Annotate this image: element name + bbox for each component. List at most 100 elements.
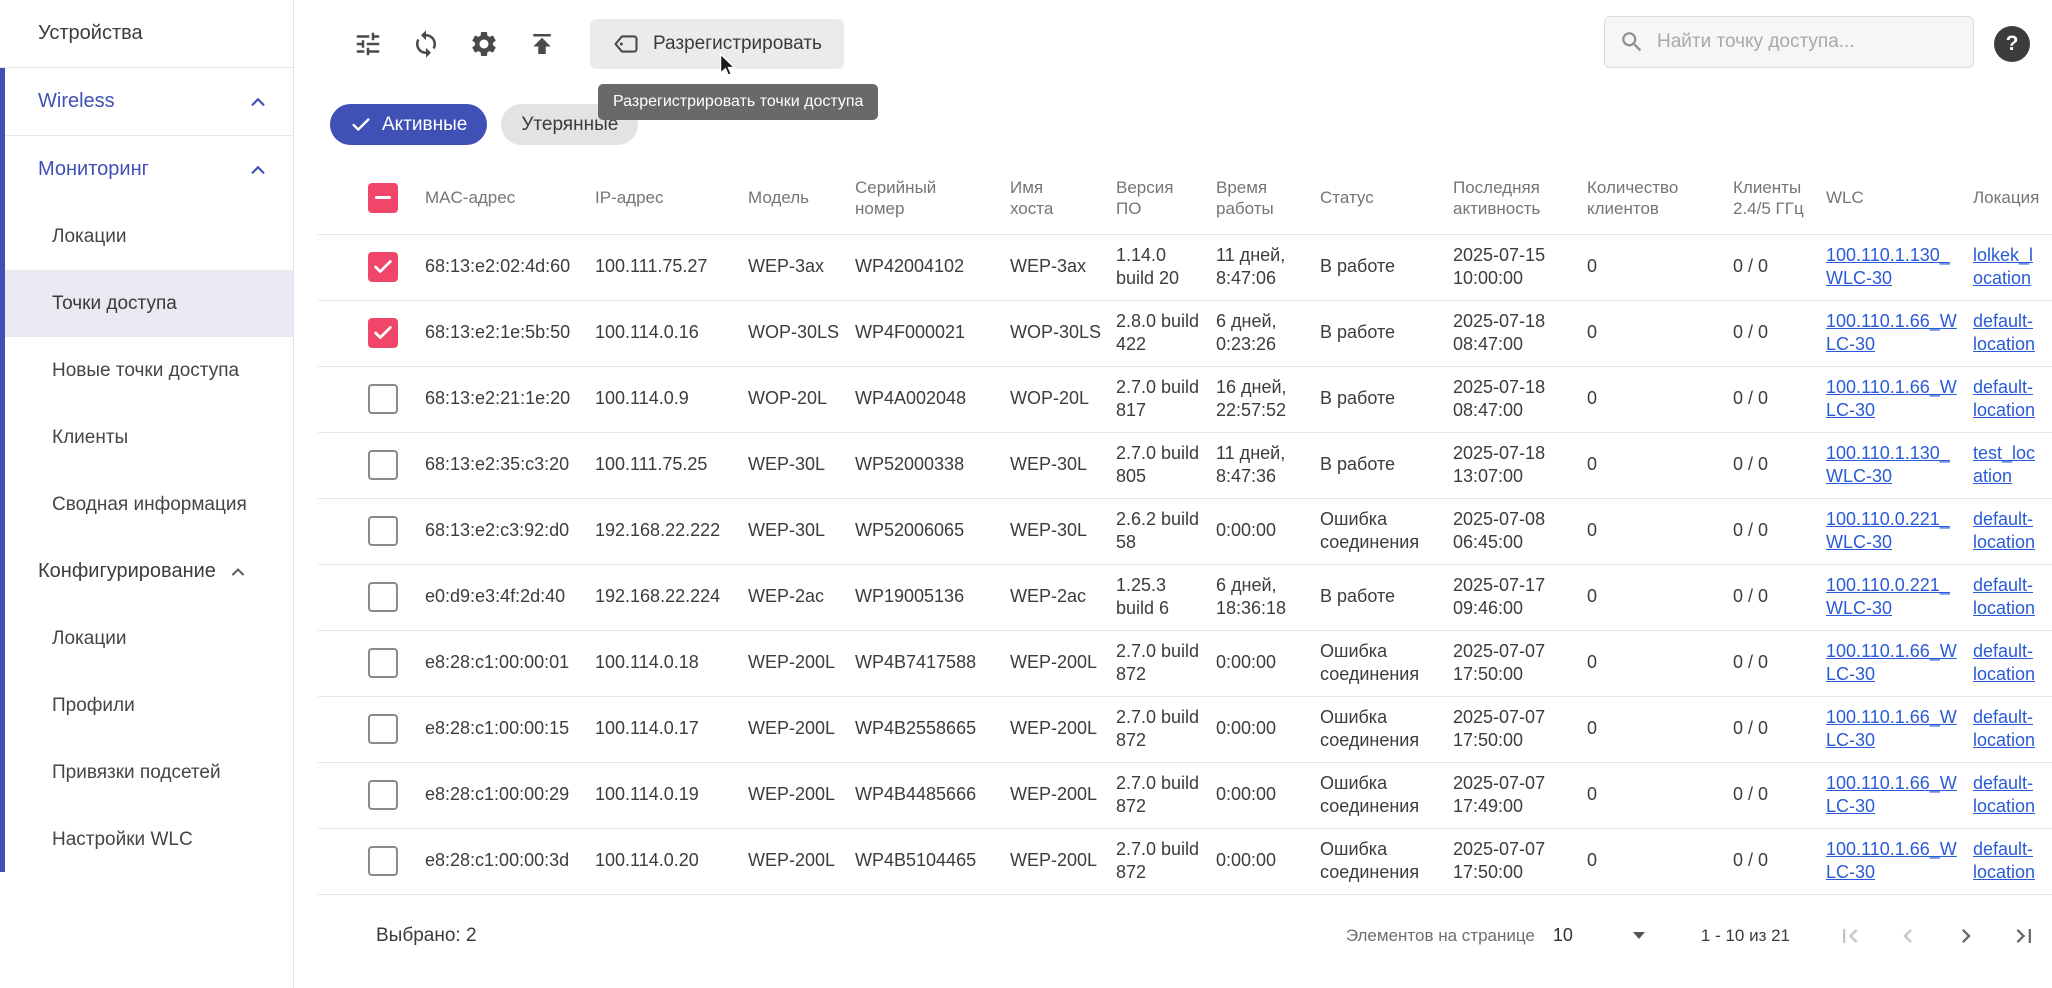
- wlc-link[interactable]: 100.110.1.130_WLC-30: [1826, 245, 1950, 288]
- chevron-up-icon: [245, 157, 271, 183]
- wlc-link[interactable]: 100.110.1.130_WLC-30: [1826, 443, 1950, 486]
- chevron-up-icon: [245, 89, 271, 115]
- table-row: 68:13:e2:35:c3:20 100.111.75.25 WEP-30L …: [318, 432, 2052, 498]
- row-checkbox[interactable]: [368, 252, 398, 282]
- sidebar-item-access-points[interactable]: Точки доступа: [0, 270, 293, 337]
- active-section-indicator: [0, 68, 5, 872]
- wlc-link[interactable]: 100.110.1.66_WLC-30: [1826, 707, 1957, 750]
- wlc-link[interactable]: 100.110.1.66_WLC-30: [1826, 641, 1957, 684]
- cell-last-activity: 2025-07-18 08:47:00: [1453, 366, 1587, 432]
- access-points-table: MAC-адрес IP-адрес Модель Серийный номер…: [318, 162, 2052, 977]
- sidebar-item-wireless[interactable]: Wireless: [0, 68, 293, 135]
- cell-serial: WP4B4485666: [855, 762, 1010, 828]
- first-page-button[interactable]: [1834, 920, 1866, 952]
- cell-mac: 68:13:e2:1e:5b:50: [425, 300, 595, 366]
- table-footer: Выбрано: 2 Элементов на странице 10 1 - …: [318, 895, 2052, 977]
- refresh-button[interactable]: [404, 22, 448, 66]
- cell-status: Ошибка соединения: [1320, 828, 1453, 894]
- sidebar-item-label: Локации: [52, 628, 126, 650]
- location-link[interactable]: test_location: [1973, 443, 2035, 486]
- pager: [1834, 920, 2040, 952]
- sidebar-item-devices[interactable]: Устройства: [0, 0, 293, 67]
- cell-last-activity: 2025-07-15 10:00:00: [1453, 234, 1587, 300]
- wlc-link[interactable]: 100.110.1.66_WLC-30: [1826, 377, 1957, 420]
- location-link[interactable]: default-location: [1973, 377, 2035, 420]
- sidebar-item-wlc-settings[interactable]: Настройки WLC: [0, 806, 293, 873]
- next-page-button[interactable]: [1950, 920, 1982, 952]
- row-checkbox[interactable]: [368, 714, 398, 744]
- cell-fw-version: 2.7.0 build 817: [1116, 366, 1216, 432]
- cell-ip: 100.111.75.27: [595, 234, 748, 300]
- search-input[interactable]: [1657, 31, 1959, 53]
- location-link[interactable]: default-location: [1973, 311, 2035, 354]
- row-checkbox[interactable]: [368, 384, 398, 414]
- cell-clients-count: 0: [1587, 432, 1733, 498]
- prev-page-button[interactable]: [1892, 920, 1924, 952]
- cell-clients-bands: 0 / 0: [1733, 828, 1826, 894]
- cell-clients-count: 0: [1587, 696, 1733, 762]
- filter-tab-active[interactable]: Активные: [330, 104, 487, 145]
- row-checkbox[interactable]: [368, 516, 398, 546]
- row-checkbox[interactable]: [368, 846, 398, 876]
- cell-mac: 68:13:e2:c3:92:d0: [425, 498, 595, 564]
- location-link[interactable]: lolkek_location: [1973, 245, 2033, 288]
- cell-last-activity: 2025-07-07 17:50:00: [1453, 828, 1587, 894]
- cell-ip: 192.168.22.222: [595, 498, 748, 564]
- sidebar-item-locations[interactable]: Локации: [0, 203, 293, 270]
- col-model: Модель: [748, 162, 855, 234]
- location-link[interactable]: default-location: [1973, 575, 2035, 618]
- cell-clients-count: 0: [1587, 762, 1733, 828]
- wlc-link[interactable]: 100.110.0.221_WLC-30: [1826, 575, 1950, 618]
- wlc-link[interactable]: 100.110.1.66_WLC-30: [1826, 773, 1957, 816]
- cell-mac: e8:28:c1:00:00:15: [425, 696, 595, 762]
- wlc-link[interactable]: 100.110.1.66_WLC-30: [1826, 839, 1957, 882]
- sidebar-item-summary[interactable]: Сводная информация: [0, 471, 293, 538]
- location-link[interactable]: default-location: [1973, 641, 2035, 684]
- sidebar-item-new-access-points[interactable]: Новые точки доступа: [0, 337, 293, 404]
- cell-uptime: 11 дней, 8:47:36: [1216, 432, 1320, 498]
- cell-ip: 100.114.0.18: [595, 630, 748, 696]
- row-checkbox[interactable]: [368, 648, 398, 678]
- table-header-row: MAC-адрес IP-адрес Модель Серийный номер…: [318, 162, 2052, 234]
- cell-ip: 100.114.0.9: [595, 366, 748, 432]
- sidebar-item-configuration[interactable]: Конфигурирование: [0, 538, 293, 605]
- location-link[interactable]: default-location: [1973, 773, 2035, 816]
- filter-button[interactable]: [346, 22, 390, 66]
- cell-hostname: WEP-2ac: [1010, 564, 1116, 630]
- cell-last-activity: 2025-07-17 09:46:00: [1453, 564, 1587, 630]
- sidebar-item-label: Клиенты: [52, 427, 128, 449]
- per-page-select[interactable]: 10: [1553, 925, 1645, 946]
- per-page-label: Элементов на странице: [1346, 926, 1535, 946]
- location-link[interactable]: default-location: [1973, 707, 2035, 750]
- wlc-link[interactable]: 100.110.0.221_WLC-30: [1826, 509, 1950, 552]
- col-mac: MAC-адрес: [425, 162, 595, 234]
- settings-gear-icon: [469, 29, 499, 59]
- cell-clients-bands: 0 / 0: [1733, 498, 1826, 564]
- cell-status: В работе: [1320, 234, 1453, 300]
- row-checkbox[interactable]: [368, 780, 398, 810]
- select-all-checkbox[interactable]: [368, 183, 398, 213]
- cell-last-activity: 2025-07-18 13:07:00: [1453, 432, 1587, 498]
- sidebar-item-config-locations[interactable]: Локации: [0, 605, 293, 672]
- cell-fw-version: 2.8.0 build 422: [1116, 300, 1216, 366]
- cell-clients-count: 0: [1587, 366, 1733, 432]
- row-checkbox[interactable]: [368, 318, 398, 348]
- settings-button[interactable]: [462, 22, 506, 66]
- help-button[interactable]: [1994, 26, 2030, 62]
- cell-model: WEP-200L: [748, 630, 855, 696]
- location-link[interactable]: default-location: [1973, 509, 2035, 552]
- sidebar-item-monitoring[interactable]: Мониторинг: [0, 136, 293, 203]
- sidebar-item-clients[interactable]: Клиенты: [0, 404, 293, 471]
- row-checkbox[interactable]: [368, 582, 398, 612]
- cell-mac: e8:28:c1:00:00:29: [425, 762, 595, 828]
- sidebar-item-profiles[interactable]: Профили: [0, 672, 293, 739]
- sidebar-item-subnet-bindings[interactable]: Привязки подсетей: [0, 739, 293, 806]
- sidebar-item-label: Настройки WLC: [52, 829, 193, 851]
- upload-button[interactable]: [520, 22, 564, 66]
- row-checkbox[interactable]: [368, 450, 398, 480]
- col-wlc: WLC: [1826, 162, 1973, 234]
- location-link[interactable]: default-location: [1973, 839, 2035, 882]
- wlc-link[interactable]: 100.110.1.66_WLC-30: [1826, 311, 1957, 354]
- cell-hostname: WEP-200L: [1010, 762, 1116, 828]
- last-page-button[interactable]: [2008, 920, 2040, 952]
